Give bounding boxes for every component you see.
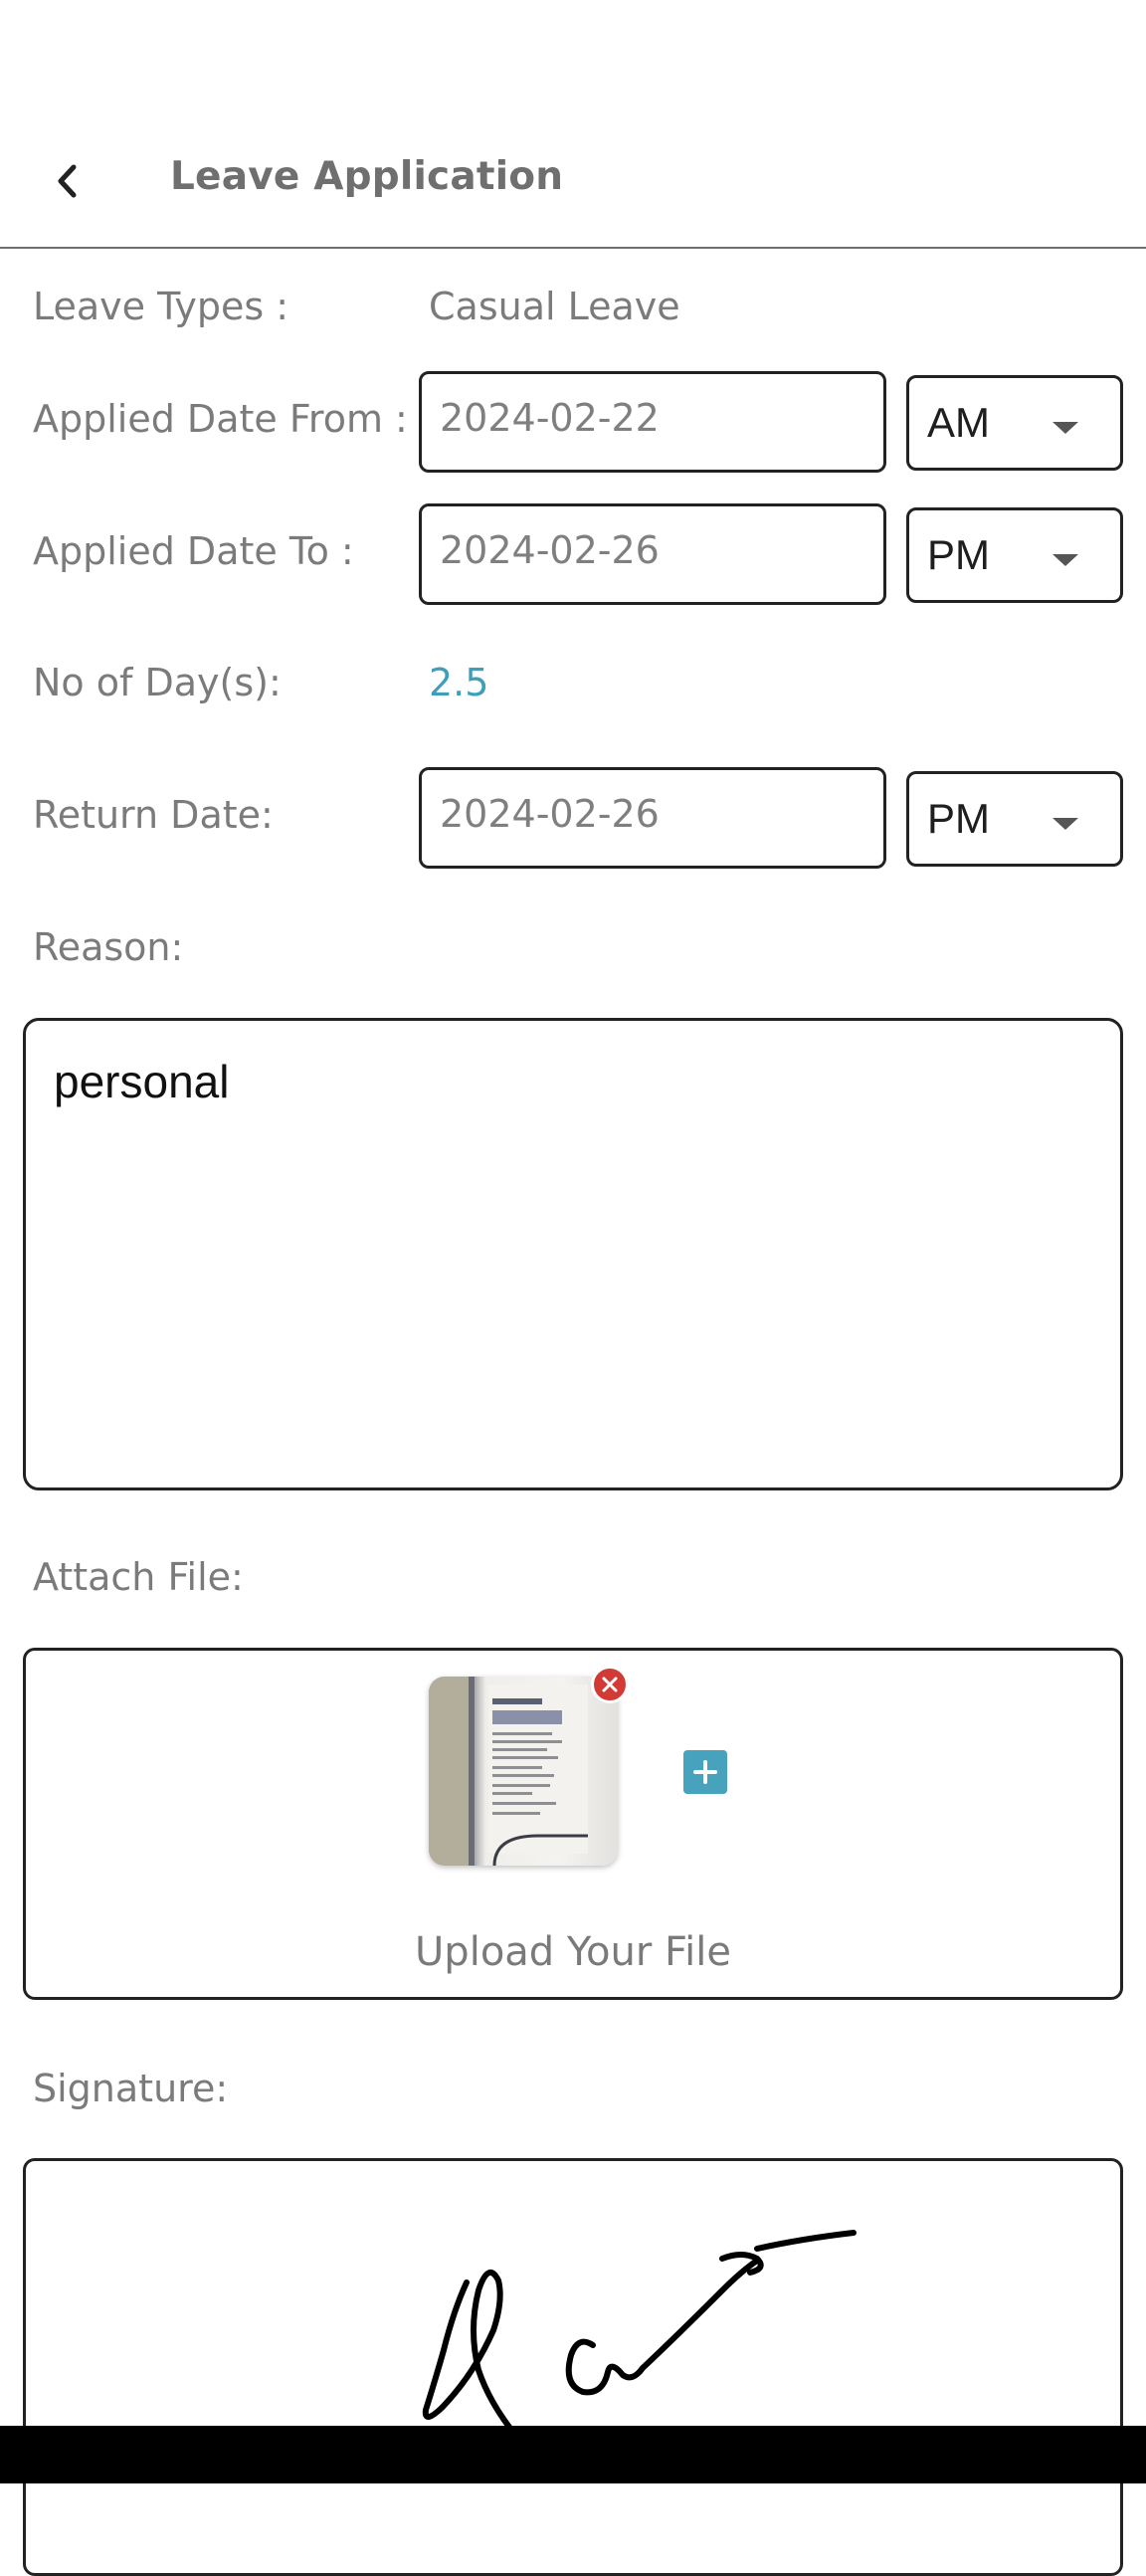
return-period-value: PM [927, 795, 990, 842]
caret-down-icon [1052, 422, 1078, 434]
reason-textarea[interactable]: personal [23, 1018, 1123, 1490]
signature-label: Signature: [33, 2067, 229, 2110]
back-button[interactable] [40, 149, 96, 213]
document-photo-icon [429, 1677, 588, 1866]
attach-file-label: Attach File: [33, 1555, 244, 1599]
date-from-label: Applied Date From : [33, 397, 408, 441]
days-value: 2.5 [429, 661, 489, 704]
app-header: Leave Application [0, 0, 1146, 249]
signature-drawing [422, 2230, 857, 2433]
date-from-field[interactable]: 2024-02-22 [419, 371, 886, 473]
attachment-thumbnail[interactable] [429, 1677, 618, 1866]
add-attachment-button[interactable] [683, 1750, 727, 1794]
caret-down-icon [1052, 818, 1078, 830]
date-from-value: 2024-02-22 [440, 396, 660, 440]
plus-icon [693, 1760, 717, 1784]
chevron-left-icon [58, 164, 77, 198]
date-to-label: Applied Date To : [33, 529, 354, 573]
close-icon [602, 1677, 618, 1692]
return-date-value: 2024-02-26 [440, 792, 660, 836]
attach-file-area[interactable]: Upload Your File [23, 1648, 1123, 2000]
signature-pad[interactable] [23, 2158, 1123, 2576]
leave-types-label: Leave Types : [33, 285, 289, 328]
return-date-field[interactable]: 2024-02-26 [419, 767, 886, 869]
page-title: Leave Application [170, 154, 564, 199]
date-to-value: 2024-02-26 [440, 528, 660, 572]
reason-label: Reason: [33, 925, 184, 969]
return-date-label: Return Date: [33, 793, 274, 837]
date-from-period-select[interactable]: AM [906, 375, 1123, 471]
system-nav-bar [0, 2426, 1146, 2483]
remove-attachment-button[interactable] [591, 1666, 629, 1703]
date-to-period-select[interactable]: PM [906, 507, 1123, 603]
header-divider [0, 247, 1146, 249]
leave-type-value: Casual Leave [429, 285, 680, 328]
days-label: No of Day(s): [33, 661, 282, 704]
date-to-period-value: PM [927, 531, 990, 578]
upload-file-label: Upload Your File [415, 1929, 731, 1975]
return-period-select[interactable]: PM [906, 771, 1123, 867]
caret-down-icon [1052, 554, 1078, 566]
date-from-period-value: AM [927, 399, 990, 446]
reason-value: personal [54, 1056, 230, 1107]
date-to-field[interactable]: 2024-02-26 [419, 503, 886, 605]
